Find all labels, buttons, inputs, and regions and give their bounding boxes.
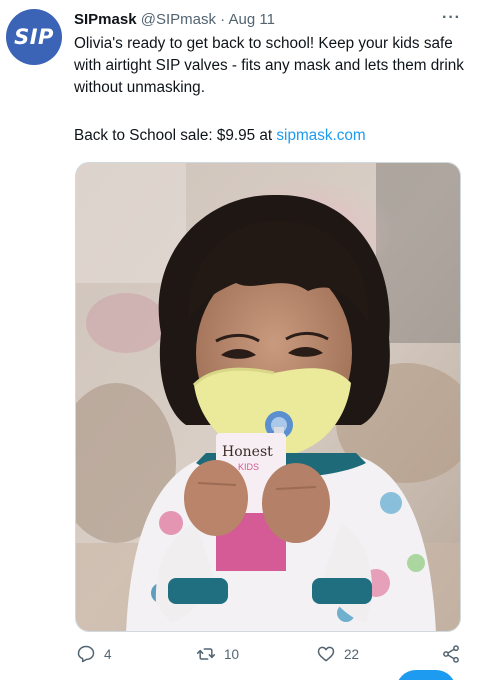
author-name[interactable]: SIPmask: [74, 11, 137, 28]
tweet-text: Olivia's ready to get back to school! Ke…: [74, 35, 464, 96]
tweet-date[interactable]: Aug 11: [228, 11, 274, 28]
juice-box-brand: Honest: [222, 444, 273, 460]
sale-line: Back to School sale: $9.95 at sipmask.co…: [74, 125, 366, 147]
retweet-count: 10: [224, 646, 240, 662]
avatar[interactable]: SIP: [6, 9, 62, 65]
tweet-actions: 4 10 22: [0, 644, 479, 674]
more-options-icon[interactable]: ···: [442, 9, 461, 27]
retweet-icon: [196, 648, 216, 660]
share-button[interactable]: [441, 644, 461, 664]
tweet-photo[interactable]: Honest KIDS: [75, 162, 461, 632]
photo-girl-with-mask: Honest KIDS: [76, 163, 460, 631]
reply-button[interactable]: 4: [76, 644, 112, 664]
header-separator: ·: [220, 11, 226, 28]
heart-icon: [317, 646, 335, 662]
reply-icon: [77, 645, 95, 663]
author-handle[interactable]: @SIPmask: [141, 11, 216, 28]
retweet-button[interactable]: 10: [196, 644, 239, 664]
sale-text: Back to School sale: $9.95 at: [74, 127, 277, 144]
share-icon: [443, 645, 459, 663]
juice-box-sub: KIDS: [238, 462, 259, 472]
like-count: 22: [344, 646, 360, 662]
like-button[interactable]: 22: [316, 644, 359, 664]
sale-link[interactable]: sipmask.com: [276, 127, 365, 144]
tweet-header: SIPmask @SIPmask · Aug 11: [74, 11, 465, 31]
reply-count: 4: [104, 646, 112, 662]
avatar-logo-text: SIP: [14, 25, 54, 49]
